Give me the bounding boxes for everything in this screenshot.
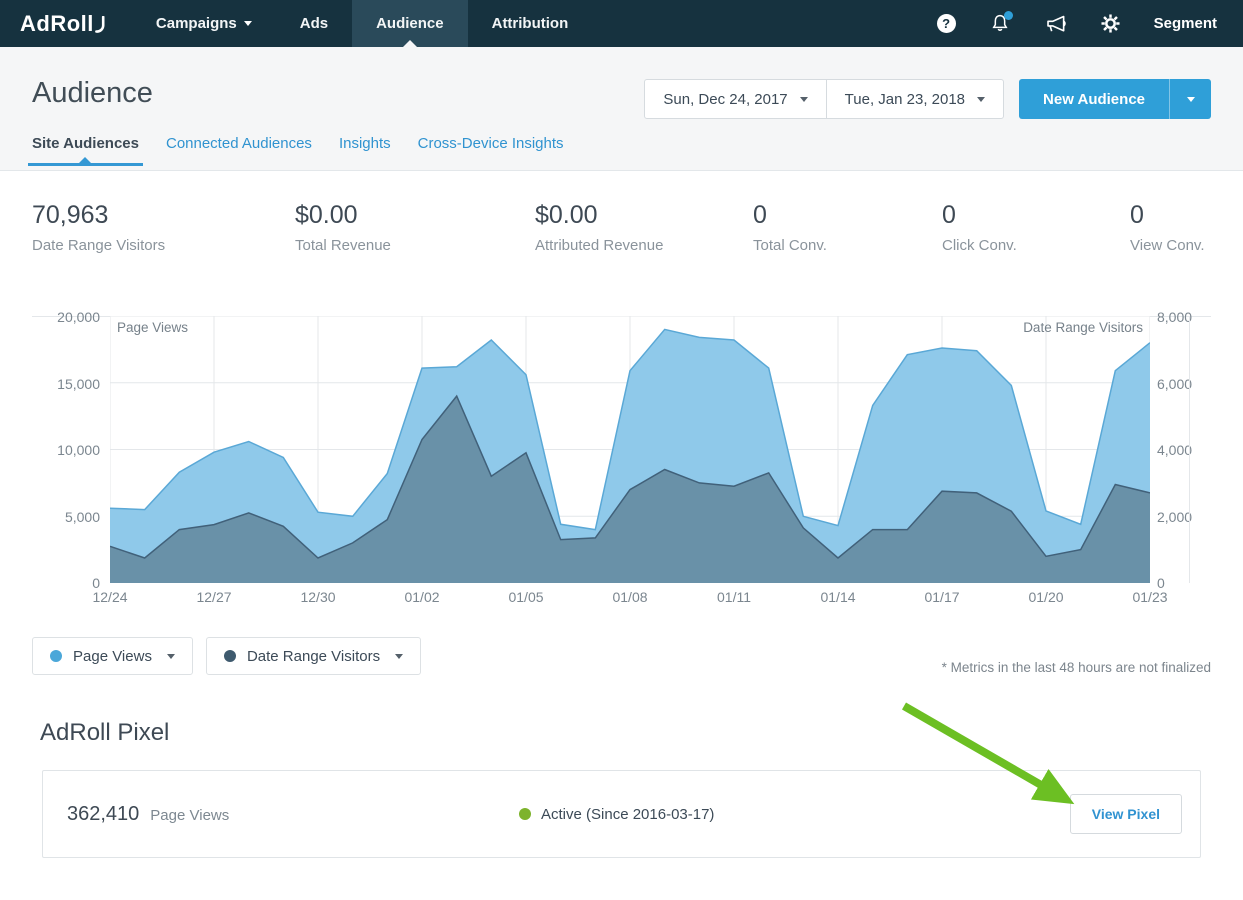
new-audience-button[interactable]: New Audience <box>1019 79 1169 119</box>
tab-site-audiences[interactable]: Site Audiences <box>32 135 139 165</box>
new-audience-split-button: New Audience <box>1019 79 1211 119</box>
axis-tick-label: 01/02 <box>404 589 439 605</box>
left-y-axis: 20,00015,00010,0005,0000 <box>32 316 110 583</box>
top-nav: AdRoll Campaigns Ads Audience Attributio… <box>0 0 1243 47</box>
pixel-page-views-value: 362,410 <box>67 803 139 826</box>
axis-tick-label: 5,000 <box>65 509 100 525</box>
adroll-logo[interactable]: AdRoll <box>0 0 132 47</box>
new-audience-dropdown-toggle[interactable] <box>1169 79 1211 119</box>
axis-tick-label: 2,000 <box>1157 509 1192 525</box>
pixel-page-views: 362,410 Page Views <box>67 803 519 826</box>
notification-badge <box>1004 11 1013 20</box>
axis-tick-label: 01/05 <box>508 589 543 605</box>
chevron-down-icon <box>800 97 808 102</box>
header-controls: Sun, Dec 24, 2017 Tue, Jan 23, 2018 New … <box>644 79 1211 119</box>
axis-tick-label: 4,000 <box>1157 442 1192 458</box>
page-header: Audience Sun, Dec 24, 2017 Tue, Jan 23, … <box>0 47 1243 171</box>
nav-item-audience[interactable]: Audience <box>352 0 468 47</box>
left-axis-title: Page Views <box>117 320 188 335</box>
axis-tick-label: 01/14 <box>820 589 855 605</box>
axis-tick-label: 10,000 <box>57 442 100 458</box>
chart-outer-border <box>1189 316 1190 583</box>
chevron-down-icon <box>395 654 403 659</box>
stat-attributed-revenue: $0.00 Attributed Revenue <box>535 201 753 254</box>
axis-tick-label: 01/08 <box>612 589 647 605</box>
traffic-chart: 20,00015,00010,0005,0000 Page Views Date… <box>32 316 1211 675</box>
audience-tabs: Site Audiences Connected Audiences Insig… <box>32 135 1211 165</box>
axis-tick-label: 01/11 <box>717 589 751 605</box>
stat-total-conv: 0 Total Conv. <box>753 201 942 254</box>
chart-plot-area: Page Views Date Range Visitors <box>110 316 1150 583</box>
axis-tick-label: 12/30 <box>300 589 335 605</box>
pixel-status: Active (Since 2016-03-17) <box>519 806 1070 823</box>
axis-tick-label: 15,000 <box>57 376 100 392</box>
axis-tick-label: 01/17 <box>924 589 959 605</box>
main-content: 70,963 Date Range Visitors $0.00 Total R… <box>0 201 1243 675</box>
x-axis-labels: 12/2412/2712/3001/0201/0501/0801/1101/14… <box>110 589 1150 609</box>
pixel-page-views-label: Page Views <box>150 807 229 824</box>
date-range-visitors-dot-icon <box>224 650 236 662</box>
help-icon[interactable]: ? <box>937 14 956 33</box>
axis-tick-label: 01/20 <box>1028 589 1063 605</box>
nav-utilities: ? <box>937 0 1243 47</box>
chevron-down-icon <box>1187 97 1195 102</box>
axis-tick-label: 20,000 <box>57 309 100 325</box>
adroll-logo-hook-icon <box>95 16 106 34</box>
view-pixel-button[interactable]: View Pixel <box>1070 794 1182 834</box>
legend-date-range-visitors-dropdown[interactable]: Date Range Visitors <box>206 637 421 675</box>
end-date-dropdown[interactable]: Tue, Jan 23, 2018 <box>826 80 1003 118</box>
right-axis-title: Date Range Visitors <box>1023 320 1143 335</box>
page-views-dot-icon <box>50 650 62 662</box>
axis-tick-label: 8,000 <box>1157 309 1192 325</box>
pixel-section-heading: AdRoll Pixel <box>40 719 1201 747</box>
nav-item-ads[interactable]: Ads <box>276 0 352 47</box>
pixel-card: 362,410 Page Views Active (Since 2016-03… <box>42 770 1201 858</box>
axis-tick-label: 6,000 <box>1157 376 1192 392</box>
start-date-dropdown[interactable]: Sun, Dec 24, 2017 <box>645 80 825 118</box>
segment-menu[interactable]: Segment <box>1154 15 1217 32</box>
tab-insights[interactable]: Insights <box>339 135 391 165</box>
adroll-logo-text: AdRoll <box>20 11 94 37</box>
pixel-status-text: Active (Since 2016-03-17) <box>541 806 714 823</box>
date-range-picker: Sun, Dec 24, 2017 Tue, Jan 23, 2018 <box>644 79 1004 119</box>
gear-icon[interactable] <box>1101 14 1120 33</box>
tab-cross-device-insights[interactable]: Cross-Device Insights <box>418 135 564 165</box>
megaphone-icon[interactable] <box>1044 14 1067 34</box>
stat-total-revenue: $0.00 Total Revenue <box>295 201 535 254</box>
nav-item-attribution[interactable]: Attribution <box>468 0 593 47</box>
status-active-dot-icon <box>519 808 531 820</box>
chart-plot-row: 20,00015,00010,0005,0000 Page Views Date… <box>32 316 1211 583</box>
metrics-footnote: * Metrics in the last 48 hours are not f… <box>942 638 1211 675</box>
nav-item-campaigns[interactable]: Campaigns <box>132 0 276 47</box>
summary-stats: 70,963 Date Range Visitors $0.00 Total R… <box>32 201 1211 254</box>
chevron-down-icon <box>244 21 252 26</box>
tab-connected-audiences[interactable]: Connected Audiences <box>166 135 312 165</box>
chart-legend-row: Page Views Date Range Visitors * Metrics… <box>32 637 1211 675</box>
stat-click-conv: 0 Click Conv. <box>942 201 1130 254</box>
axis-tick-label: 12/24 <box>92 589 127 605</box>
stat-view-conv: 0 View Conv. <box>1130 201 1211 254</box>
chevron-down-icon <box>167 654 175 659</box>
axis-tick-label: 12/27 <box>196 589 231 605</box>
legend-page-views-dropdown[interactable]: Page Views <box>32 637 193 675</box>
main-menu: Campaigns Ads Audience Attribution <box>132 0 592 47</box>
area-chart-svg <box>110 316 1150 583</box>
right-y-axis: 8,0006,0004,0002,0000 <box>1150 316 1211 583</box>
chevron-down-icon <box>977 97 985 102</box>
stat-date-range-visitors: 70,963 Date Range Visitors <box>32 201 295 254</box>
adroll-pixel-section: AdRoll Pixel 362,410 Page Views Active (… <box>0 719 1243 858</box>
bell-icon[interactable] <box>990 13 1010 34</box>
axis-tick-label: 01/23 <box>1132 589 1167 605</box>
